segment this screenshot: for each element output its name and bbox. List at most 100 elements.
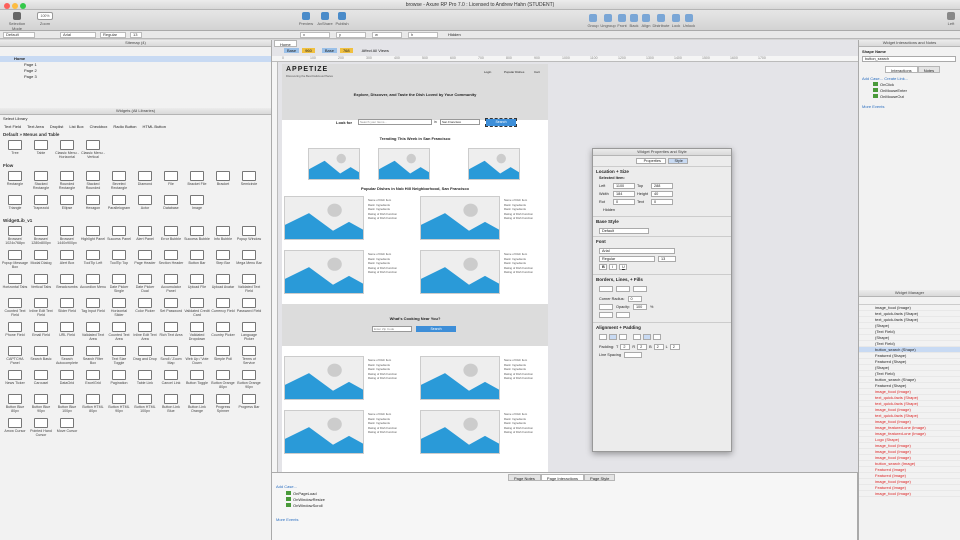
widget-item[interactable]: Email Field xyxy=(28,320,54,344)
widget-item[interactable]: Popup Message Box xyxy=(2,248,28,272)
x-field[interactable]: x xyxy=(300,32,330,38)
text-field[interactable]: 0 xyxy=(651,199,673,205)
align-button[interactable]: Align xyxy=(640,14,652,28)
widget-item[interactable]: Diamond xyxy=(132,169,158,193)
widget-item[interactable]: Language Picker xyxy=(236,320,262,344)
create-link-link[interactable]: Create Link... xyxy=(884,76,908,81)
widget-manager-filter[interactable] xyxy=(859,297,960,305)
padding-field[interactable]: 2 xyxy=(653,344,664,350)
widget-item[interactable]: Page Header xyxy=(132,248,158,272)
widget-item[interactable]: Search Filter Box xyxy=(80,344,106,368)
hidden-option[interactable]: Hidden xyxy=(593,208,731,216)
widget-item[interactable]: Tree xyxy=(2,138,28,162)
left-panel-button[interactable]: Left xyxy=(944,12,958,26)
widget-item[interactable]: Terms of Service xyxy=(236,344,262,368)
line-spacing-select[interactable] xyxy=(623,352,642,358)
widget-item[interactable]: Popup Window xyxy=(236,224,262,248)
rot-field[interactable]: 0 xyxy=(613,199,635,205)
widget-item[interactable]: Semicircle xyxy=(236,169,262,193)
widget-item[interactable]: Browser/ 1024x768px xyxy=(2,224,28,248)
w-field[interactable]: w xyxy=(372,32,402,38)
view-base-2[interactable]: Base xyxy=(321,48,337,53)
widget-item[interactable]: Set Password xyxy=(158,296,184,320)
zoom-button[interactable]: 100% Zoom xyxy=(34,12,56,26)
distribute-button[interactable]: Distribute xyxy=(652,14,670,28)
widget-item[interactable]: Alert Box xyxy=(54,248,80,272)
tab-page-style[interactable]: Page Style xyxy=(584,474,616,481)
widget-item[interactable]: Inline Edit Text Area xyxy=(132,320,158,344)
button-search[interactable]: Search xyxy=(485,118,517,127)
widget-item[interactable]: ToolTip Left xyxy=(80,248,106,272)
selection-mode-button[interactable]: Selection Mode xyxy=(4,12,30,31)
widget-item[interactable]: Tag Input Field xyxy=(80,296,106,320)
tab-properties[interactable]: Properties xyxy=(636,158,667,164)
font-size-field[interactable]: 13 xyxy=(658,256,676,262)
widget-item[interactable]: Button Blue 90px xyxy=(28,392,54,416)
base-style-section[interactable]: Base Style xyxy=(593,216,731,226)
zip-input[interactable]: Enter Zip Code xyxy=(372,326,412,332)
widget-item[interactable]: Currency Field xyxy=(210,296,236,320)
widget-item[interactable]: Button Blue 80px xyxy=(2,392,28,416)
align-bottom-icon[interactable] xyxy=(653,334,661,340)
widget-item[interactable]: Button HTML 90px xyxy=(106,392,132,416)
opacity-field[interactable]: 100 xyxy=(632,304,647,310)
widget-item[interactable]: Button HTML 80px xyxy=(80,392,106,416)
widget-item[interactable]: Password Field xyxy=(236,296,262,320)
widget-item[interactable]: Trapezoid xyxy=(28,193,54,217)
nav-popular[interactable]: Popular Dishes xyxy=(504,70,524,74)
widget-item[interactable]: Hexagon xyxy=(80,193,106,217)
widget-event-item[interactable]: OnMouseOut xyxy=(859,94,960,100)
tab-home[interactable]: Home xyxy=(274,40,297,47)
align-left-icon[interactable] xyxy=(599,334,607,340)
ungroup-button[interactable]: Ungroup xyxy=(600,14,616,28)
font-size-select[interactable]: 13 xyxy=(130,32,142,38)
widget-item[interactable]: Search Autocomplete xyxy=(54,344,80,368)
affect-all-views-checkbox[interactable]: Affect All Views xyxy=(362,48,389,53)
widget-item[interactable]: Stacked Rectangle xyxy=(28,169,54,193)
underline-icon[interactable]: U xyxy=(619,264,627,270)
widget-item[interactable]: Date Picker Dual xyxy=(132,272,158,296)
widget-item[interactable]: Button Blue 100px xyxy=(54,392,80,416)
widget-item[interactable]: URL Field xyxy=(54,320,80,344)
widget-item[interactable]: Move Cursor xyxy=(54,416,80,440)
widget-item[interactable]: Button Link Orange xyxy=(184,392,210,416)
widget-item[interactable]: Button HTML 100px xyxy=(132,392,158,416)
widget-item[interactable]: Phone Field xyxy=(2,320,28,344)
widget-item[interactable]: Validated Credit Card xyxy=(184,296,210,320)
italic-icon[interactable]: I xyxy=(609,264,617,270)
widget-item[interactable]: Bracket xyxy=(210,169,236,193)
widget-1[interactable]: Text Area xyxy=(27,123,44,131)
widget-item[interactable]: Button Bar xyxy=(184,248,210,272)
font-weight-select[interactable]: Regular xyxy=(599,256,655,262)
widget-item[interactable]: Triangle xyxy=(2,193,28,217)
style-select[interactable]: Default xyxy=(3,32,35,38)
nav-login[interactable]: Login xyxy=(484,70,491,74)
widget-item[interactable]: Browser/ 1440x900px xyxy=(54,224,80,248)
widget-5[interactable]: Radio Button xyxy=(113,123,136,131)
widget-item[interactable]: News Ticker xyxy=(2,368,28,392)
view-768[interactable]: 768 xyxy=(339,48,353,53)
widget-item[interactable]: Mega Menu Bar xyxy=(236,248,262,272)
shape-name-field[interactable]: button_search xyxy=(862,56,956,62)
widget-item[interactable]: File xyxy=(158,169,184,193)
widget-item[interactable]: Progress Spinner xyxy=(210,392,236,416)
widget-item[interactable]: Search Basic xyxy=(28,344,54,368)
font-section[interactable]: Font xyxy=(593,236,731,246)
widget-item[interactable]: Rich Text Area xyxy=(158,320,184,344)
widget-4[interactable]: Checkbox xyxy=(90,123,108,131)
width-field[interactable]: 184 xyxy=(613,191,635,197)
view-base[interactable]: Base xyxy=(284,48,300,53)
widget-item[interactable]: Step Bar xyxy=(210,248,236,272)
widget-item[interactable]: ExcelGrid xyxy=(80,368,106,392)
widget-item[interactable]: Scroll / Zoom Map xyxy=(158,344,184,368)
page-event-item[interactable]: OnWindowScroll xyxy=(272,503,392,509)
unlock-button[interactable]: Unlock xyxy=(682,14,696,28)
zip-search-button[interactable]: Search xyxy=(416,326,456,332)
widget-item[interactable]: Success Bubble xyxy=(184,224,210,248)
top-field[interactable]: 288 xyxy=(651,183,673,189)
nav-cart[interactable]: Cart xyxy=(534,70,540,74)
padding-field[interactable]: 2 xyxy=(669,344,680,350)
widget-item[interactable]: Validated Text Field xyxy=(236,272,262,296)
widget-item[interactable]: Accordion Menu xyxy=(80,272,106,296)
inner-shadow-icon[interactable] xyxy=(616,312,630,318)
